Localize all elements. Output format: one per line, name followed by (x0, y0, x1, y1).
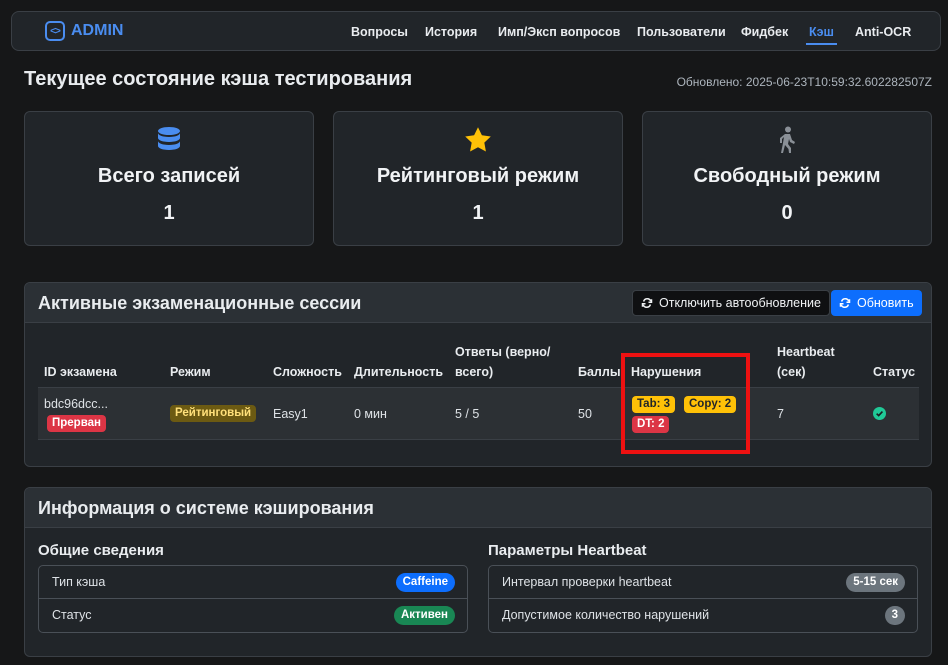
stat-value: 1 (163, 202, 175, 224)
col-answers: Ответы (верно/ всего) (455, 345, 551, 379)
sessions-table-header: ID экзамена Режим Сложность Длительность… (38, 336, 919, 388)
sync-icon (641, 297, 653, 309)
walking-person-icon (643, 126, 931, 156)
check-circle-icon (873, 407, 886, 423)
col-difficulty: Сложность (273, 365, 342, 379)
violations-highlight-box (621, 353, 750, 454)
list-item: Тип кэша Caffeine (39, 566, 467, 599)
table-row[interactable]: bdc96dcc... Прерван Рейтинговый Easy1 0 … (38, 388, 919, 440)
cache-type-badge: Caffeine (395, 573, 455, 592)
aborted-badge: Прерван (47, 415, 106, 432)
cache-info-panel: Информация о системе кэширования Общие с… (24, 487, 932, 657)
score: 50 (578, 407, 592, 421)
panel-title: Информация о системе кэширования (38, 498, 374, 518)
toggle-autorefresh-label: Отключить автообновление (659, 296, 821, 310)
updated-timestamp: Обновлено: 2025-06-23T10:59:32.602282507… (676, 75, 932, 89)
refresh-label: Обновить (857, 296, 914, 310)
interval-badge: 5-15 сек (846, 573, 905, 592)
max-violations-label: Допустимое количество нарушений (502, 608, 710, 622)
stat-label: Всего записей (97, 165, 241, 187)
nav-anti-ocr[interactable]: Anti-OCR (855, 25, 911, 39)
nav-feedback[interactable]: Фидбек (741, 25, 788, 39)
answers: 5 / 5 (455, 407, 480, 421)
col-status: Статус (873, 365, 916, 379)
status-label: Статус (52, 608, 92, 622)
heartbeat-params-title: Параметры Heartbeat (488, 542, 647, 559)
col-heartbeat: Heartbeat (сек) (777, 345, 835, 379)
duration: 0 мин (354, 407, 387, 421)
nav-cache[interactable]: Кэш (806, 25, 837, 45)
refresh-button[interactable]: Обновить (831, 290, 922, 316)
list-item: Интервал проверки heartbeat 5-15 сек (489, 566, 917, 599)
difficulty: Easy1 (273, 407, 308, 421)
general-info-title: Общие сведения (38, 542, 164, 559)
active-sessions-panel: Активные экзаменационные сессии Отключит… (24, 282, 932, 467)
list-item: Допустимое количество нарушений 3 (489, 599, 917, 632)
star-icon (334, 126, 622, 156)
col-score: Баллы (578, 365, 621, 379)
stat-label: Рейтинговый режим (376, 165, 580, 187)
col-duration: Длительность (354, 365, 444, 379)
sync-icon (839, 297, 851, 309)
cache-type-label: Тип кэша (52, 575, 106, 589)
panel-header: Информация о системе кэширования (25, 488, 931, 528)
brand[interactable]: <> ADMIN (45, 21, 123, 41)
panel-header: Активные экзаменационные сессии Отключит… (25, 283, 931, 323)
database-icon (25, 126, 313, 156)
panel-title: Активные экзаменационные сессии (38, 293, 362, 313)
nav-users[interactable]: Пользователи (637, 25, 726, 39)
heartbeat: 7 (777, 407, 784, 421)
stat-card-total: Всего записей 1 (24, 111, 314, 246)
stat-label: Свободный режим (693, 165, 881, 187)
list-item: Статус Активен (39, 599, 467, 632)
page-title: Текущее состояние кэша тестирования (24, 68, 413, 90)
nav-history[interactable]: История (425, 25, 477, 39)
brand-name: ADMIN (71, 22, 124, 39)
max-violations-badge: 3 (884, 606, 905, 625)
nav-import-export[interactable]: Имп/Эксп вопросов (498, 25, 620, 39)
status-badge: Активен (393, 606, 455, 625)
code-icon: <> (45, 21, 65, 41)
general-info-list: Тип кэша Caffeine Статус Активен (38, 565, 468, 633)
heartbeat-params-list: Интервал проверки heartbeat 5-15 сек Доп… (488, 565, 918, 633)
exam-id: bdc96dcc... (44, 397, 108, 411)
col-exam-id: ID экзамена (44, 365, 117, 379)
toggle-autorefresh-button[interactable]: Отключить автообновление (632, 290, 830, 316)
top-navbar: <> ADMIN Вопросы История Имп/Эксп вопрос… (11, 11, 941, 51)
interval-label: Интервал проверки heartbeat (502, 575, 672, 589)
stat-card-free: Свободный режим 0 (642, 111, 932, 246)
mode-badge: Рейтинговый (170, 405, 257, 422)
col-mode: Режим (170, 365, 211, 379)
nav-questions[interactable]: Вопросы (351, 25, 408, 39)
stat-card-rating: Рейтинговый режим 1 (333, 111, 623, 246)
stat-value: 0 (781, 202, 793, 224)
stat-value: 1 (472, 202, 484, 224)
